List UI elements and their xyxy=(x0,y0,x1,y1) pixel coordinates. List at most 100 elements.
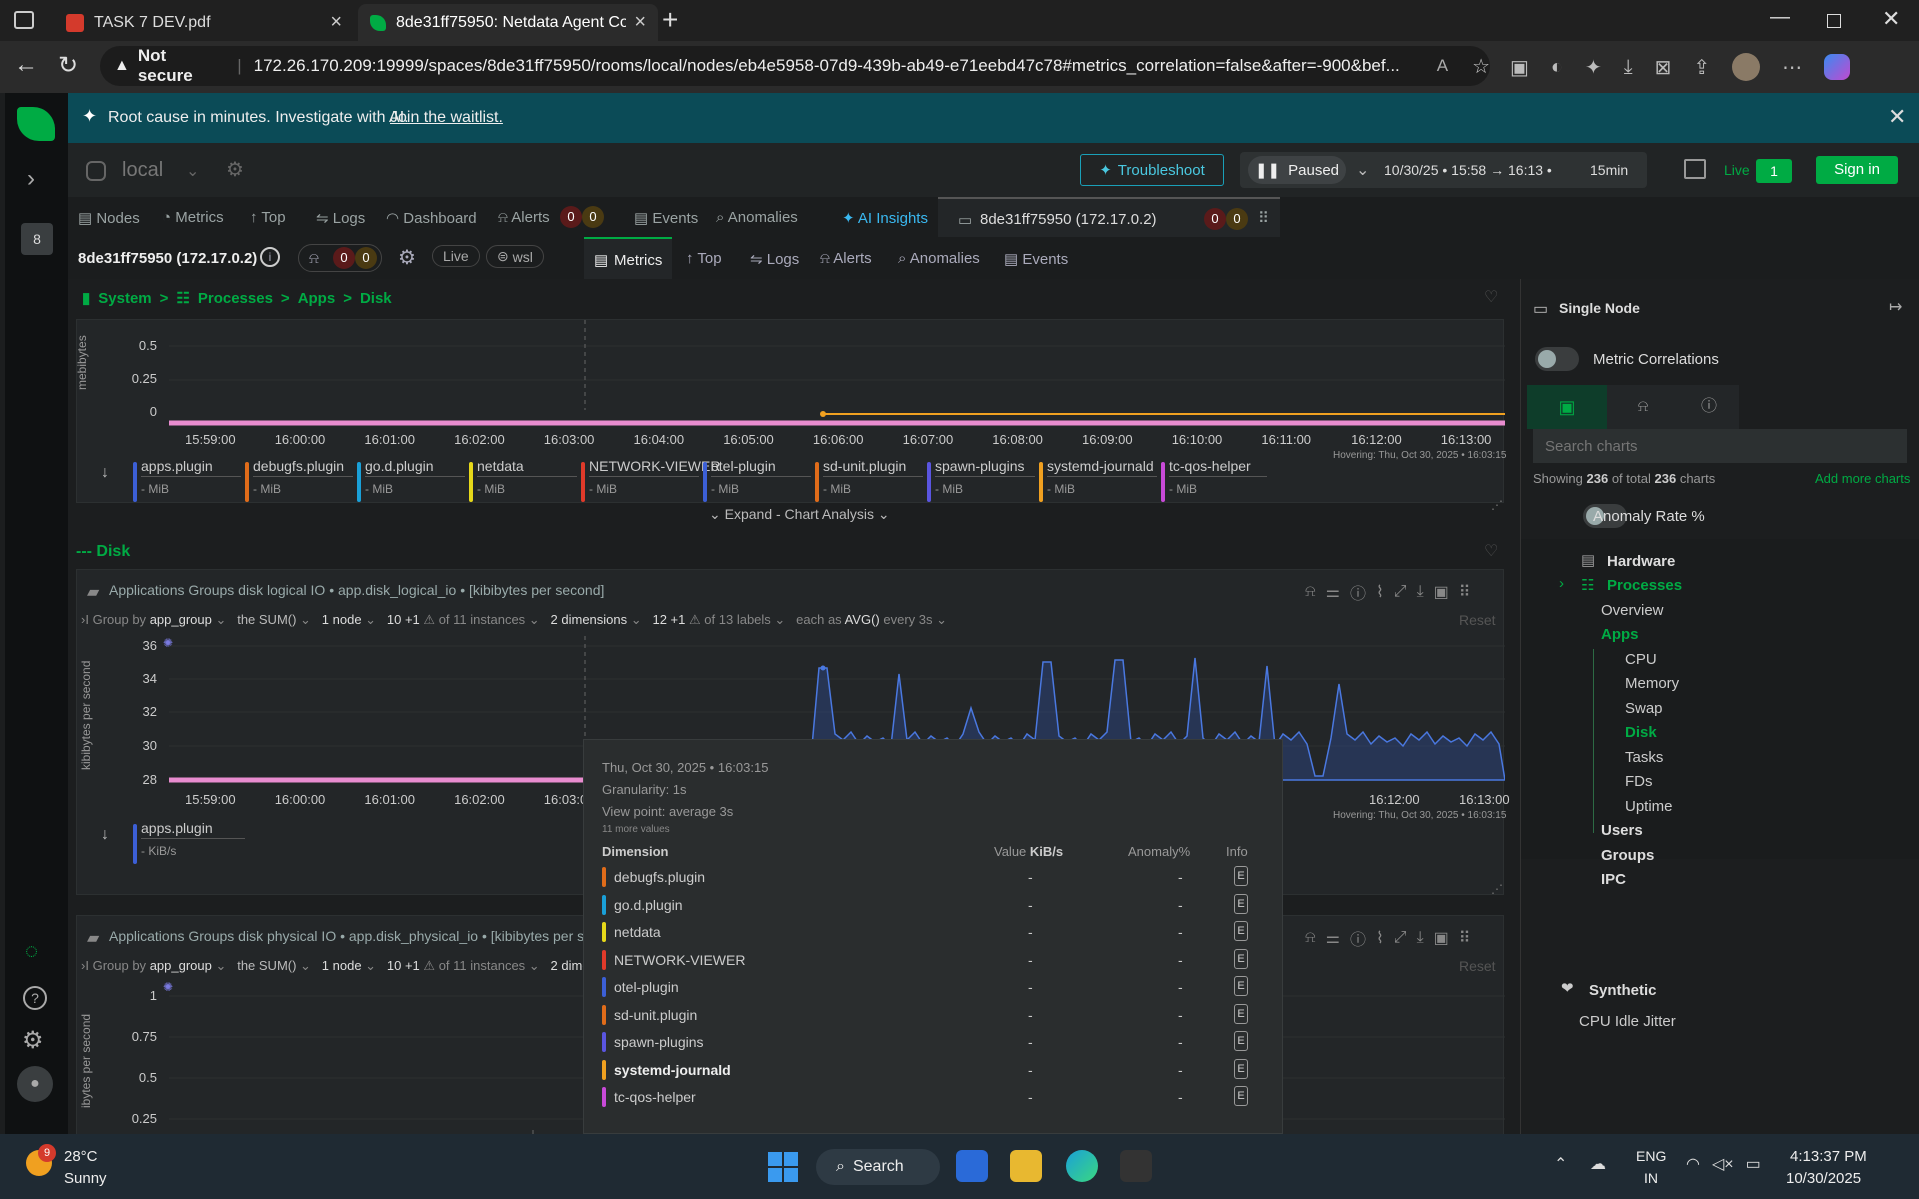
tree-users[interactable]: Users xyxy=(1601,822,1643,839)
tab-pdf[interactable]: TASK 7 DEV.pdf × xyxy=(54,4,354,41)
download-icon[interactable]: ⤓ xyxy=(1624,56,1633,79)
resize-icon[interactable]: ⋰ xyxy=(1491,498,1503,512)
groupby-value[interactable]: app_group xyxy=(150,612,212,627)
share-icon[interactable]: ⇪ xyxy=(1693,55,1710,80)
paused-button[interactable]: ❚❚ Paused xyxy=(1248,156,1346,184)
info-icon[interactable]: ⓘ xyxy=(1350,580,1366,604)
download-icon[interactable]: ⤓ xyxy=(1417,929,1424,947)
chart1-plot[interactable] xyxy=(169,320,1505,444)
fullscreen-icon[interactable]: ⤢ xyxy=(1394,929,1407,947)
node-tab-alerts[interactable]: ⍾ Alerts xyxy=(820,250,872,267)
edge-icon[interactable] xyxy=(1066,1150,1098,1182)
every-select[interactable]: every 3s xyxy=(883,612,932,627)
tree-hardware[interactable]: Hardware xyxy=(1607,553,1675,570)
node-tab-logs[interactable]: ⇋ Logs xyxy=(750,250,799,268)
heart-icon[interactable]: ♡ xyxy=(1484,541,1498,561)
reload-icon[interactable]: ↻ xyxy=(58,51,78,80)
node-tab-anomalies[interactable]: ⌕ Anomalies xyxy=(898,250,980,267)
sign-in-button[interactable]: Sign in xyxy=(1816,156,1898,184)
waitlist-link[interactable]: Join the waitlist. xyxy=(390,109,503,127)
info-tab-icon[interactable]: ⓘ xyxy=(1677,385,1741,429)
tab-logs[interactable]: ⇋ Logs xyxy=(316,209,365,227)
profile-shield-icon[interactable]: ◐ xyxy=(1551,56,1563,79)
tree-groups[interactable]: Groups xyxy=(1601,847,1654,864)
row-info-icon[interactable]: E xyxy=(1234,1031,1248,1051)
tree-processes[interactable]: Processes xyxy=(1607,577,1682,594)
nodes-select[interactable]: 1 node xyxy=(322,612,362,627)
clock-date[interactable]: 10/30/2025 xyxy=(1786,1170,1861,1187)
node-alerts-pill[interactable]: ⍾ 0 0 xyxy=(298,244,382,272)
nodes-select[interactable]: 1 node xyxy=(322,958,362,973)
troubleshoot-button[interactable]: ✦ Troubleshoot xyxy=(1080,154,1224,186)
groupby-value[interactable]: app_group xyxy=(150,958,212,973)
tree-fds[interactable]: FDs xyxy=(1625,773,1653,790)
file-explorer-icon[interactable] xyxy=(1010,1150,1042,1182)
space-badge[interactable]: 8 xyxy=(21,223,53,255)
tree-synthetic[interactable]: Synthetic xyxy=(1589,982,1657,999)
node-tab-top[interactable]: ↑ Top xyxy=(686,250,722,267)
expand-filters-icon[interactable]: ›I xyxy=(81,612,89,627)
wsl-pill[interactable]: ⊜ wsl xyxy=(486,245,544,268)
agg-select[interactable]: the SUM() xyxy=(237,958,296,973)
breadcrumb-system[interactable]: System xyxy=(98,290,151,307)
tab-nodes[interactable]: ▤ Nodes xyxy=(78,209,140,227)
tab-node[interactable]: ▭ 8de31ff75950 (172.17.0.2) 0 0 ⠿ xyxy=(938,197,1280,237)
row-info-icon[interactable]: E xyxy=(1234,1086,1248,1106)
heart-icon[interactable]: ♡ xyxy=(1484,287,1498,307)
info-icon[interactable]: ⓘ xyxy=(1350,926,1366,950)
tab-netdata[interactable]: 8de31ff75950: Netdata Agent Co × xyxy=(358,4,658,41)
chevron-down-icon[interactable]: ⌄ xyxy=(186,161,199,181)
legend-item[interactable]: NETWORK-VIEWER - MiB xyxy=(581,458,720,502)
tab-actions-icon[interactable] xyxy=(14,11,34,29)
legend-item[interactable]: go.d.plugin - MiB xyxy=(357,458,465,502)
chart-type-icon[interactable]: ⌇ xyxy=(1376,582,1384,602)
metric-correlations-toggle[interactable] xyxy=(1535,347,1579,371)
bell-icon[interactable]: ⍾ xyxy=(1305,929,1316,947)
agg-select[interactable]: the SUM() xyxy=(237,612,296,627)
instances-count[interactable]: 10 +1 xyxy=(387,958,420,973)
breadcrumb-apps[interactable]: Apps xyxy=(298,290,336,307)
dashboard-icon[interactable] xyxy=(1684,159,1706,179)
quick-settings[interactable]: ◠ ◁× ▭ xyxy=(1686,1154,1761,1174)
room-settings-icon[interactable]: ⚙ xyxy=(226,157,244,182)
legend-item[interactable]: tc-qos-helper - MiB xyxy=(1161,458,1267,502)
node-settings-icon[interactable]: ⚙ xyxy=(398,245,416,270)
chart-type-icon[interactable]: ⌇ xyxy=(1376,928,1384,948)
charts-tab-icon[interactable]: ▣ xyxy=(1527,385,1607,429)
screenshot-icon[interactable]: ⊠ xyxy=(1655,55,1672,80)
timerange-label[interactable]: 10/30/25 • 15:58 → 16:13 • xyxy=(1384,162,1552,178)
add-more-charts-link[interactable]: Add more charts xyxy=(1815,471,1910,486)
chevron-right-icon[interactable]: › xyxy=(1559,575,1564,592)
node-tab-metrics[interactable]: ▤ Metrics xyxy=(584,237,672,279)
favorite-icon[interactable]: ☆ xyxy=(1472,54,1490,79)
tab-ai-insights[interactable]: ✦ AI Insights xyxy=(842,209,928,227)
tree-cpu-idle-jitter[interactable]: CPU Idle Jitter xyxy=(1579,1013,1676,1030)
tree-swap[interactable]: Swap xyxy=(1625,700,1663,717)
close-icon[interactable]: ✕ xyxy=(1888,104,1906,130)
search-charts-input[interactable] xyxy=(1533,429,1907,463)
lang-line2[interactable]: IN xyxy=(1644,1170,1658,1186)
collapse-sidebar-icon[interactable]: ↦ xyxy=(1889,297,1902,317)
tree-ipc[interactable]: IPC xyxy=(1601,871,1626,888)
room-name[interactable]: local xyxy=(122,159,163,182)
duration-label[interactable]: 15min xyxy=(1590,162,1628,178)
expand-rail-icon[interactable]: › xyxy=(27,165,35,193)
info-icon[interactable]: i xyxy=(260,247,280,267)
reset-button[interactable]: Reset xyxy=(1459,958,1496,974)
clock-time[interactable]: 4:13:37 PM xyxy=(1790,1148,1867,1165)
drag-handle-icon[interactable]: ⠿ xyxy=(1258,209,1269,227)
store-icon[interactable] xyxy=(956,1150,988,1182)
tree-disk[interactable]: Disk xyxy=(1625,724,1657,741)
collapse-arrow-icon[interactable]: ↓ xyxy=(101,464,109,482)
minimize-icon[interactable]: — xyxy=(1770,6,1790,29)
tree-apps[interactable]: Apps xyxy=(1601,626,1639,643)
extensions-icon[interactable]: ✦ xyxy=(1585,55,1602,80)
expand-chart-analysis[interactable]: ⌄ Expand - Chart Analysis ⌄ xyxy=(709,506,890,523)
maximize-icon[interactable] xyxy=(1827,14,1841,28)
bell-icon[interactable]: ⍾ xyxy=(1305,583,1316,601)
legend-item[interactable]: sd-unit.plugin - MiB xyxy=(815,458,923,502)
legend-item[interactable]: debugfs.plugin - MiB xyxy=(245,458,353,502)
tree-tasks[interactable]: Tasks xyxy=(1625,749,1663,766)
legend-item[interactable]: systemd-journald - MiB xyxy=(1039,458,1157,502)
read-aloud-icon[interactable]: A xyxy=(1437,56,1448,76)
